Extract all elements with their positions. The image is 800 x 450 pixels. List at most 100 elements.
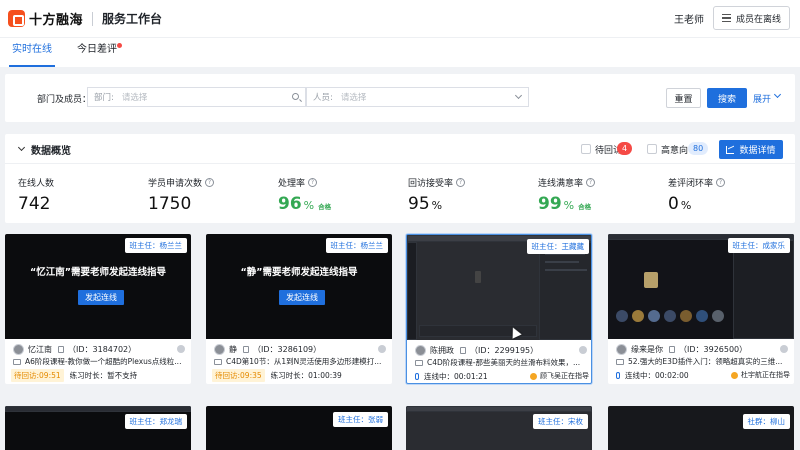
search-button[interactable]: 搜索 bbox=[707, 88, 747, 108]
teacher-tag: 班主任：成家乐 bbox=[727, 238, 790, 253]
metric-label: 差评闭环率 bbox=[668, 179, 714, 189]
member-status-button[interactable]: 成员在离线 bbox=[712, 6, 790, 30]
pending-checkbox[interactable] bbox=[581, 144, 591, 154]
screen-preview[interactable]: 社群：柳山 bbox=[608, 406, 794, 450]
metric-value: 742 bbox=[18, 194, 51, 214]
screen-preview[interactable]: 班主任：郑龙瑞 bbox=[5, 406, 191, 450]
student-name: 缘来是你 bbox=[631, 344, 663, 354]
connect-request-message: “忆江南”需要老师发起连线指导 bbox=[30, 267, 166, 278]
launch-connection-button[interactable]: 发起连线 bbox=[279, 290, 325, 305]
metric-callback-acceptance: 回访接受率? 95% bbox=[408, 176, 466, 214]
tab-realtime-online[interactable]: 实时在线 bbox=[5, 37, 59, 67]
launch-connection-button[interactable]: 发起连线 bbox=[78, 290, 124, 305]
person-select[interactable]: 人员: 请选择 bbox=[306, 87, 529, 107]
copy-icon[interactable] bbox=[58, 345, 64, 353]
header-divider bbox=[92, 11, 94, 26]
help-icon[interactable]: ? bbox=[308, 178, 318, 187]
avatar bbox=[13, 343, 24, 355]
student-card[interactable]: 社群：柳山 bbox=[608, 406, 794, 450]
brand-name: 十方融海 bbox=[29, 13, 84, 28]
teacher-tag: 社群：柳山 bbox=[742, 414, 790, 429]
screen-preview[interactable]: 班主任：成家乐 bbox=[608, 234, 794, 339]
connect-request-message: “静”需要老师发起连线指导 bbox=[240, 267, 358, 278]
metric-applications: 学员申请次数? 1750 bbox=[148, 176, 215, 214]
student-card[interactable]: 班主任：成家乐 缘来是你 （ID：3926500） 52.强大的E3D插件入门：… bbox=[608, 234, 794, 384]
reset-button[interactable]: 重置 bbox=[666, 88, 701, 108]
person-prefix: 人员: bbox=[313, 93, 333, 103]
high-intent-count-badge: 80 bbox=[688, 142, 709, 155]
student-card[interactable]: 班主任：张弱 bbox=[206, 406, 392, 450]
data-overview-panel: 数据概览 待回访 4 高意向 80 数据详情 在线人数 742 学员申请次数? … bbox=[5, 134, 795, 223]
copy-icon[interactable] bbox=[243, 345, 249, 353]
metric-label: 连线满意率 bbox=[538, 179, 584, 189]
teacher-tag: 班主任：杨兰兰 bbox=[124, 238, 187, 253]
teacher-avatar bbox=[530, 372, 537, 380]
brand-logo-icon bbox=[8, 10, 25, 27]
panel-line bbox=[545, 269, 587, 271]
department-select[interactable]: 部门: 请选择 bbox=[87, 87, 306, 107]
help-icon[interactable]: ? bbox=[586, 178, 596, 187]
department-prefix: 部门: bbox=[94, 93, 114, 103]
app-toolbar bbox=[406, 406, 592, 412]
material-ball bbox=[648, 310, 660, 322]
metric-unit: % bbox=[431, 199, 443, 212]
teacher-tag: 班主任：杨兰兰 bbox=[325, 238, 388, 253]
student-card[interactable]: 班主任：杨兰兰 “忆江南”需要老师发起连线指导 发起连线 忆江南 （ID：318… bbox=[5, 234, 191, 384]
status-dot bbox=[579, 346, 587, 354]
tab-today-bad-reviews[interactable]: 今日差评 bbox=[70, 37, 124, 67]
copy-icon[interactable] bbox=[669, 345, 675, 353]
help-icon[interactable]: ? bbox=[716, 178, 726, 187]
filter-panel: 部门及成员： 部门: 请选择 人员: 请选择 重置 搜索 展开 bbox=[5, 74, 795, 122]
screen-preview[interactable]: 班主任：杨兰兰 “静”需要老师发起连线指导 发起连线 bbox=[206, 234, 392, 339]
connection-timer: 连线中：00:01:21 bbox=[424, 371, 488, 381]
department-placeholder: 请选择 bbox=[121, 93, 148, 103]
help-icon[interactable]: ? bbox=[205, 178, 215, 187]
video-icon bbox=[415, 359, 423, 366]
metric-bad-review-closure: 差评闭环率? 0% bbox=[668, 176, 726, 214]
high-intent-label: 高意向 bbox=[661, 146, 689, 156]
copy-icon[interactable] bbox=[460, 346, 466, 354]
student-id: （ID：3286109） bbox=[253, 344, 322, 354]
screen-preview[interactable]: 班主任：杨兰兰 “忆江南”需要老师发起连线指导 发起连线 bbox=[5, 234, 191, 339]
student-name: 陈拥政 bbox=[430, 345, 454, 355]
notification-dot bbox=[117, 43, 122, 48]
teacher-tag: 班主任：宋枚 bbox=[533, 414, 588, 429]
teacher-avatar bbox=[731, 371, 738, 379]
data-detail-button[interactable]: 数据详情 bbox=[719, 140, 783, 159]
member-status-label: 成员在离线 bbox=[735, 14, 781, 25]
metric-satisfaction: 连线满意率? 99% 合格 bbox=[538, 176, 596, 214]
expand-link[interactable]: 展开 bbox=[753, 92, 771, 105]
metric-value: 0 bbox=[668, 194, 679, 214]
practice-duration: 练习时长：暂不支持 bbox=[69, 370, 138, 380]
help-icon[interactable]: ? bbox=[456, 178, 466, 187]
student-name: 忆江南 bbox=[28, 344, 52, 354]
screen-preview[interactable]: 班主任：宋枚 bbox=[406, 406, 592, 450]
material-ball bbox=[696, 310, 708, 322]
metric-value: 96 bbox=[278, 194, 302, 214]
pending-count-badge: 4 bbox=[617, 142, 633, 155]
user-name[interactable]: 王老师 bbox=[674, 11, 704, 26]
screen-preview[interactable]: 班主任：王藏藏 bbox=[407, 235, 591, 340]
material-ball bbox=[680, 310, 692, 322]
tab-bar: 实时在线 今日差评 bbox=[0, 37, 800, 67]
student-card[interactable]: 班主任：宋枚 bbox=[406, 406, 592, 450]
high-intent-checkbox[interactable] bbox=[647, 144, 657, 154]
teacher-tag: 班主任：张弱 bbox=[333, 412, 388, 427]
collapse-chevron-icon[interactable] bbox=[17, 143, 26, 152]
course-title: C4D阶段课程-那些美丽天的丝滑布料效果，... bbox=[427, 358, 581, 367]
student-card[interactable]: 班主任：王藏藏 陈拥政 （ID：2299195） C4D阶段课程-那些美丽天的丝… bbox=[406, 234, 592, 384]
microphone-icon bbox=[616, 371, 620, 379]
student-card[interactable]: 班主任：郑龙瑞 bbox=[5, 406, 191, 450]
data-detail-label: 数据详情 bbox=[739, 146, 776, 156]
practice-duration: 练习时长：01:00:39 bbox=[270, 370, 342, 380]
avatar bbox=[616, 343, 627, 355]
overview-header: 数据概览 待回访 4 高意向 80 数据详情 bbox=[5, 134, 795, 164]
metric-value: 1750 bbox=[148, 194, 192, 214]
metric-value: 99 bbox=[538, 194, 562, 214]
brand-logo: 十方融海 bbox=[8, 9, 83, 28]
video-icon bbox=[13, 358, 21, 365]
screen-preview[interactable]: 班主任：张弱 bbox=[206, 406, 392, 450]
pending-callback-badge: 待回访:09:51 bbox=[11, 368, 64, 382]
student-card[interactable]: 班主任：杨兰兰 “静”需要老师发起连线指导 发起连线 静 （ID：3286109… bbox=[206, 234, 392, 384]
filter-label: 部门及成员： bbox=[37, 95, 92, 105]
